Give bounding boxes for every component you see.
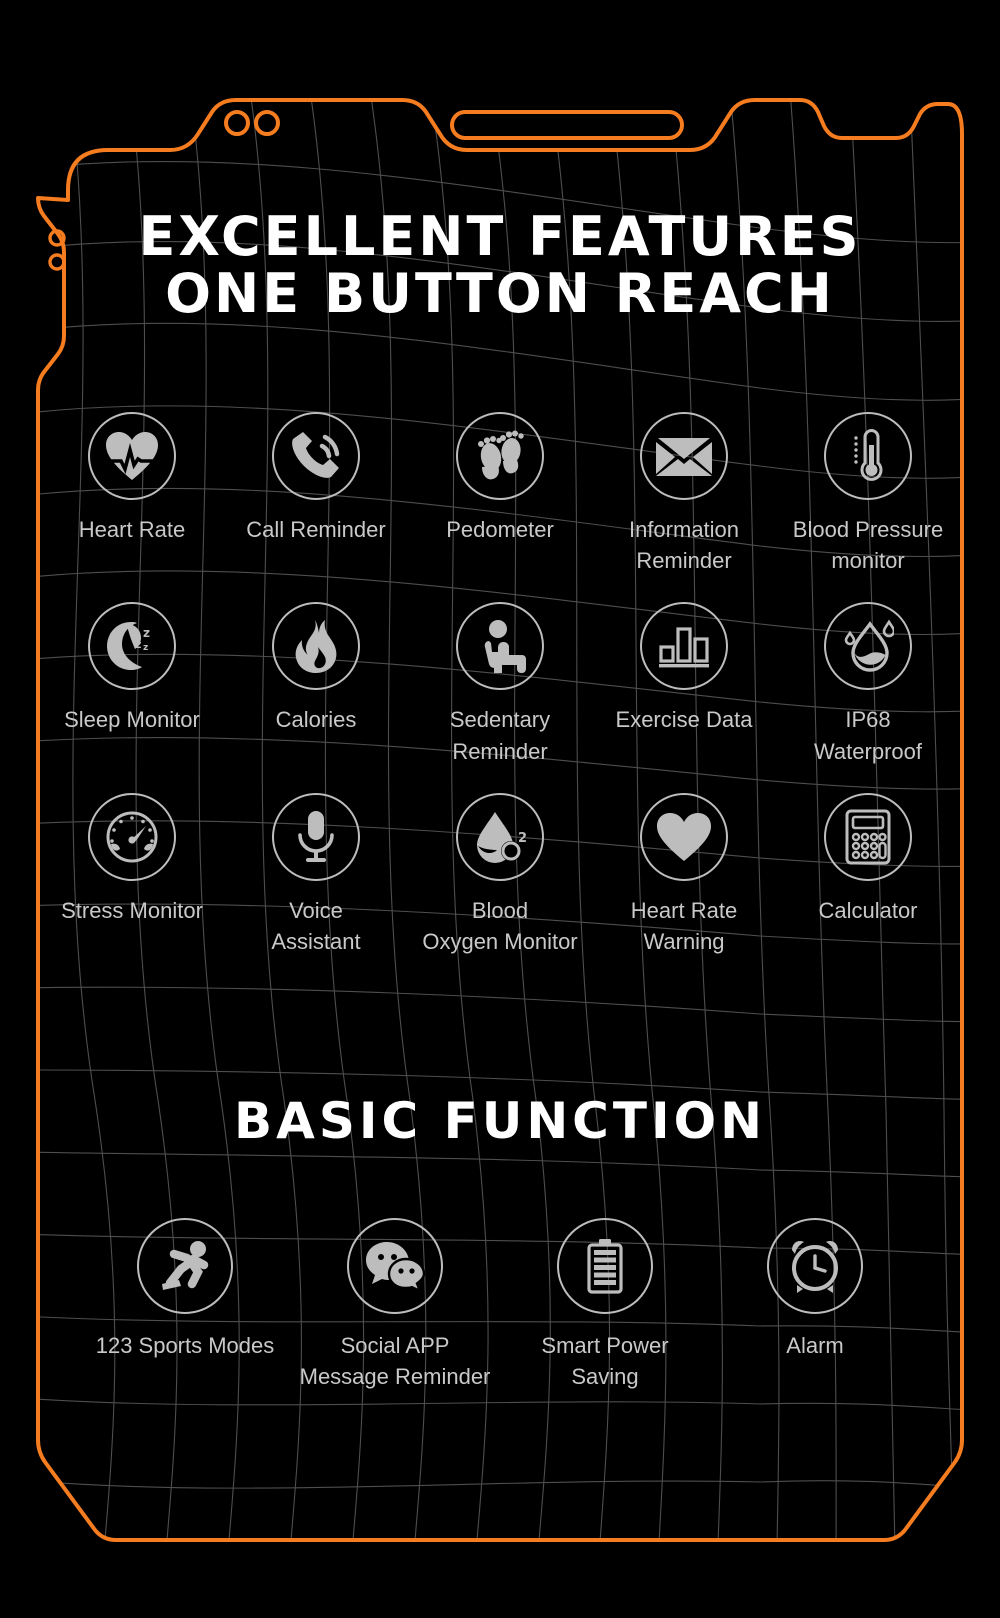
feature-cell[interactable]: z z z Sleep Monitor (40, 602, 224, 766)
flame-icon (272, 602, 360, 691)
feature-cell[interactable]: 2 Blood Oxygen Monitor (408, 792, 592, 957)
feature-label: Pedometer (446, 517, 554, 542)
feature-grid: Heart Rate Call Reminder Pedometer Infor… (40, 412, 960, 983)
blood-oxygen-icon: 2 (456, 792, 544, 881)
feature-cell[interactable]: Calculator (776, 792, 960, 957)
feature-label: Stress Monitor (61, 897, 203, 923)
feature-label: Alarm (786, 1333, 844, 1358)
chat-bubbles-icon (347, 1218, 443, 1314)
feature-cell[interactable]: Heart Rate Warning (592, 792, 776, 957)
water-drop-icon (824, 602, 912, 691)
feature-label: Information Reminder (628, 517, 740, 574)
feature-label: Heart Rate Warning (630, 897, 738, 955)
phone-ringing-icon (272, 412, 360, 500)
feature-label: Sedentary Reminder (449, 707, 551, 764)
headline-line-1: EXCELLENT FEATURES (138, 205, 862, 268)
feature-label: Smart Power Saving (541, 1333, 669, 1390)
feature-label: Calculator (818, 897, 918, 923)
page-title: EXCELLENT FEATURES ONE BUTTON REACH (0, 205, 1000, 326)
feature-cell[interactable]: Calories (224, 602, 408, 766)
calculator-icon (824, 792, 912, 881)
svg-text:z: z (135, 638, 141, 651)
running-person-icon (137, 1218, 233, 1314)
seated-person-icon (456, 602, 544, 691)
feature-cell[interactable]: Blood Pressure monitor (776, 412, 960, 576)
feature-label: Calories (275, 707, 357, 733)
gauge-icon (88, 792, 176, 881)
feature-cell[interactable]: Alarm (710, 1218, 920, 1392)
feature-label: 123 Sports Modes (95, 1333, 275, 1358)
headline-line-2: ONE BUTTON REACH (165, 262, 835, 326)
envelope-icon (640, 412, 728, 500)
heart-pulse-icon (88, 412, 176, 500)
thermometer-icon (824, 412, 912, 500)
feature-label: Heart Rate (78, 517, 186, 542)
feature-label: IP68 Waterproof (813, 707, 922, 764)
moon-zzz-icon: z z z (88, 602, 176, 691)
svg-text:z: z (143, 626, 150, 640)
feature-cell[interactable]: Sedentary Reminder (408, 602, 592, 766)
feature-label: Sleep Monitor (64, 707, 200, 733)
bar-chart-icon (640, 602, 728, 691)
microphone-icon (272, 792, 360, 881)
svg-text:z: z (143, 643, 148, 653)
section-title: BASIC FUNCTION (234, 1092, 766, 1150)
feature-cell[interactable]: Voice Assistant (224, 792, 408, 957)
feature-label: Exercise Data (615, 707, 753, 733)
heart-solid-icon (640, 792, 728, 881)
basic-function-grid: 123 Sports Modes Social APP Message Remin… (80, 1218, 920, 1392)
svg-text:2: 2 (518, 831, 527, 846)
feature-cell[interactable]: Heart Rate (40, 412, 224, 576)
feature-cell[interactable]: Pedometer (408, 412, 592, 576)
poster-canvas: EXCELLENT FEATURES ONE BUTTON REACH Hear… (0, 0, 1000, 1618)
feature-label: Blood Pressure monitor (792, 517, 944, 574)
battery-icon (557, 1218, 653, 1314)
feature-label: Call Reminder (246, 517, 386, 542)
feature-cell[interactable]: Call Reminder (224, 412, 408, 576)
feature-cell[interactable]: Exercise Data (592, 602, 776, 766)
alarm-clock-icon (767, 1218, 863, 1314)
feature-cell[interactable]: IP68 Waterproof (776, 602, 960, 766)
feature-cell[interactable]: Information Reminder (592, 412, 776, 576)
footprints-icon (456, 412, 544, 500)
feature-label: Blood Oxygen Monitor (422, 897, 578, 955)
feature-cell[interactable]: Social APP Message Reminder (290, 1218, 500, 1392)
feature-cell[interactable]: Smart Power Saving (500, 1218, 710, 1392)
feature-label: Voice Assistant (271, 897, 361, 955)
feature-cell[interactable]: Stress Monitor (40, 792, 224, 957)
feature-label: Social APP Message Reminder (299, 1333, 491, 1390)
feature-cell[interactable]: 123 Sports Modes (80, 1218, 290, 1392)
